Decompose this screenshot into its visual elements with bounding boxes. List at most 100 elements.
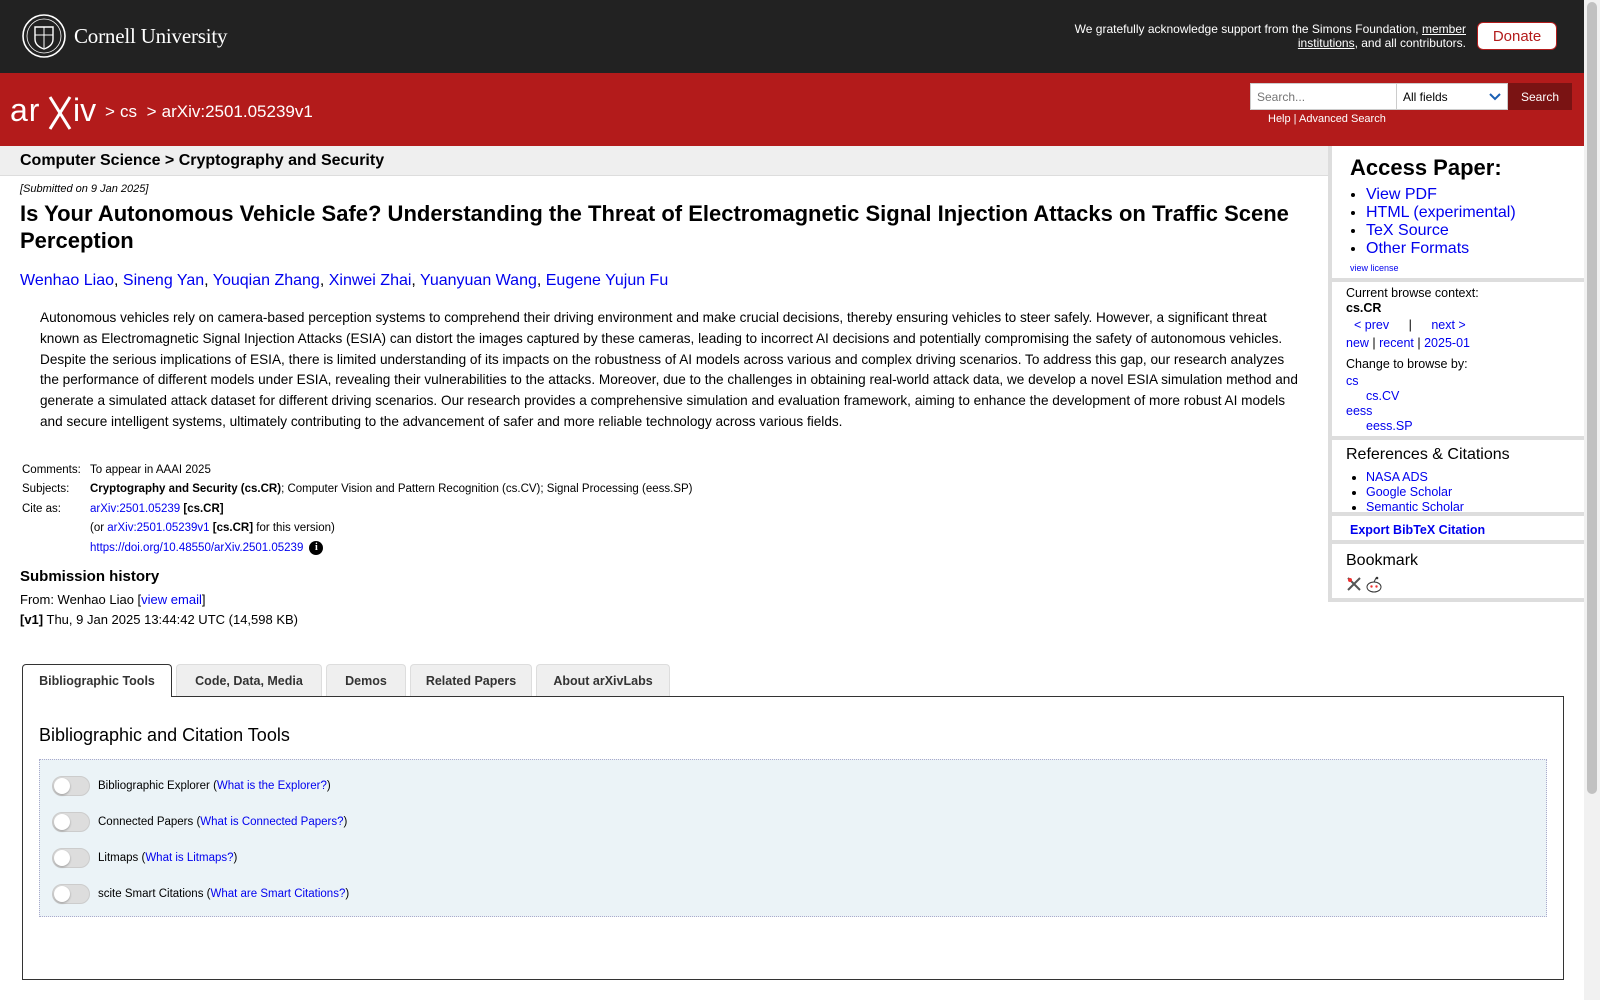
new-link[interactable]: new [1346,336,1369,350]
tab-related-papers[interactable]: Related Papers [410,664,532,696]
tool-row: Bibliographic Explorer (What is the Expl… [52,776,331,796]
search-button[interactable]: Search [1508,83,1572,110]
author-link[interactable]: Eugene Yujun Fu [546,272,668,289]
support-text: We gratefully acknowledge support from t… [1074,22,1466,50]
litmaps-help-link[interactable]: What is Litmaps? [145,852,233,864]
version-v1: [v1] Thu, 9 Jan 2025 13:44:42 UTC (14,59… [20,612,299,627]
tab-panel: Bibliographic and Citation Tools Bibliog… [22,696,1564,980]
browse-context-box: Current browse context: cs.CR < prev | n… [1328,282,1584,440]
breadcrumb-id: arXiv:2501.05239v1 [161,102,313,121]
other-formats-link[interactable]: Other Formats [1366,240,1469,257]
arxiv-header: ar iv >cs >arXiv:2501.05239v1 All fields… [0,73,1584,146]
abstract: Autonomous vehicles rely on camera-based… [40,310,1298,429]
browse-context: cs.CR [1346,301,1382,315]
next-link[interactable]: next > [1431,318,1465,332]
breadcrumb: > cs > arXiv:2501.05239v1 [105,102,313,121]
tab-code-data-media[interactable]: Code, Data, Media [176,664,322,696]
author-link[interactable]: Yuanyuan Wang [420,272,537,289]
litmaps-toggle[interactable] [52,848,90,868]
browse-cscv-link[interactable]: cs.CV [1366,389,1399,403]
references-title: References & Citations [1346,446,1510,463]
author-link[interactable]: Youqian Zhang [213,272,320,289]
tab-bibliographic-tools[interactable]: Bibliographic Tools [22,664,172,697]
paper-title: Is Your Autonomous Vehicle Safe? Underst… [20,201,1289,253]
help-link[interactable]: Help [1268,113,1291,125]
labs-tabs: Bibliographic Tools Code, Data, Media De… [22,664,674,697]
tab-about-arxivlabs[interactable]: About arXivLabs [536,664,670,696]
cite-label: Cite as: [22,502,61,515]
recent-link[interactable]: recent [1379,336,1414,350]
submission-history-title: Submission history [20,568,160,585]
month-link[interactable]: 2025-01 [1424,336,1470,350]
view-pdf-link[interactable]: View PDF [1366,186,1437,203]
cornell-wordmark: Cornell University [74,23,228,48]
prev-link[interactable]: < prev [1354,318,1389,332]
export-box: Export BibTeX Citation [1328,516,1584,544]
arxiv-logo[interactable]: ar iv [10,91,100,134]
cornell-header: Cornell University We gratefully acknowl… [0,0,1584,73]
references-box: References & Citations NASA ADS Google S… [1328,440,1584,516]
tex-source-link[interactable]: TeX Source [1366,222,1449,239]
field-select[interactable]: All fields [1396,83,1508,110]
google-scholar-link[interactable]: Google Scholar [1366,485,1452,499]
semantic-scholar-link[interactable]: Semantic Scholar [1366,500,1464,514]
reddit-icon[interactable] [1365,576,1383,594]
author-link[interactable]: Xinwei Zhai [329,272,412,289]
scite-toggle[interactable] [52,884,90,904]
connected-papers-toggle[interactable] [52,812,90,832]
access-title: Access Paper: [1350,155,1502,180]
primary-subject: Cryptography and Security (cs.CR) [90,483,282,496]
bookmark-title: Bookmark [1346,552,1419,569]
doi-link[interactable]: https://doi.org/10.48550/arXiv.2501.0523… [90,542,303,554]
view-email-link[interactable]: view email [141,592,202,607]
search-form: All fields Search [1250,83,1572,110]
tool-row: Litmaps (What is Litmaps?) [52,848,237,868]
author-link[interactable]: Wenhao Liao [20,272,114,289]
submission-from: From: Wenhao Liao [view email] [20,592,206,607]
other-subjects: ; Computer Vision and Pattern Recognitio… [281,483,693,496]
access-paper-box: Access Paper: View PDF HTML (experimenta… [1328,146,1584,282]
browse-cs-link[interactable]: cs [1346,374,1359,388]
arxiv-logo-icon: ar iv [10,92,96,130]
bibliographic-explorer-toggle[interactable] [52,776,90,796]
explorer-help-link[interactable]: What is the Explorer? [217,780,327,792]
cornell-logo[interactable]: Cornell University [22,14,227,58]
export-bibtex-link[interactable]: Export BibTeX Citation [1350,523,1485,537]
cite-version-link[interactable]: arXiv:2501.05239v1 [107,522,209,534]
view-license-link[interactable]: view license [1350,263,1399,273]
bookmark-box: Bookmark [1328,544,1584,602]
comments-value: To appear in AAAI 2025 [90,463,211,476]
scite-help-link[interactable]: What are Smart Citations? [210,888,345,900]
subjects-label: Subjects: [22,483,70,496]
breadcrumb-cs[interactable]: cs [120,102,137,121]
help-links: Help | Advanced Search [1268,113,1386,125]
metadata-table: Comments: To appear in AAAI 2025 Subject… [22,463,693,555]
tab-demos[interactable]: Demos [326,664,406,696]
tool-row: Connected Papers (What is Connected Pape… [52,812,347,832]
nasa-ads-link[interactable]: NASA ADS [1366,470,1428,484]
cite-link[interactable]: arXiv:2501.05239 [90,503,180,515]
cornell-seal-icon [22,14,66,58]
search-input[interactable] [1250,83,1396,110]
bibsonomy-icon[interactable] [1346,576,1362,592]
chevron-down-icon [1489,92,1501,100]
browse-eesssp-link[interactable]: eess.SP [1366,419,1413,433]
tools-box: Bibliographic Explorer (What is the Expl… [39,759,1547,917]
connected-papers-help-link[interactable]: What is Connected Papers? [200,816,343,828]
scrollbar[interactable] [1584,0,1600,1000]
scrollbar-thumb[interactable] [1587,2,1597,794]
html-link[interactable]: HTML (experimental) [1366,204,1516,221]
tool-row: scite Smart Citations (What are Smart Ci… [52,884,349,904]
authors: Wenhao Liao, Sineng Yan, Youqian Zhang, … [20,272,669,289]
browse-eess-link[interactable]: eess [1346,404,1372,418]
panel-title: Bibliographic and Citation Tools [39,725,290,745]
svg-text:ar: ar [10,92,40,128]
subject-header: Computer Science > Cryptography and Secu… [0,146,1328,176]
donate-button[interactable]: Donate [1477,22,1557,50]
advanced-search-link[interactable]: Advanced Search [1299,113,1386,125]
comments-label: Comments: [22,463,81,476]
svg-text:iv: iv [73,92,96,128]
author-link[interactable]: Sineng Yan [123,272,204,289]
submitted-date: [Submitted on 9 Jan 2025] [20,183,149,195]
info-icon[interactable]: i [309,540,324,555]
